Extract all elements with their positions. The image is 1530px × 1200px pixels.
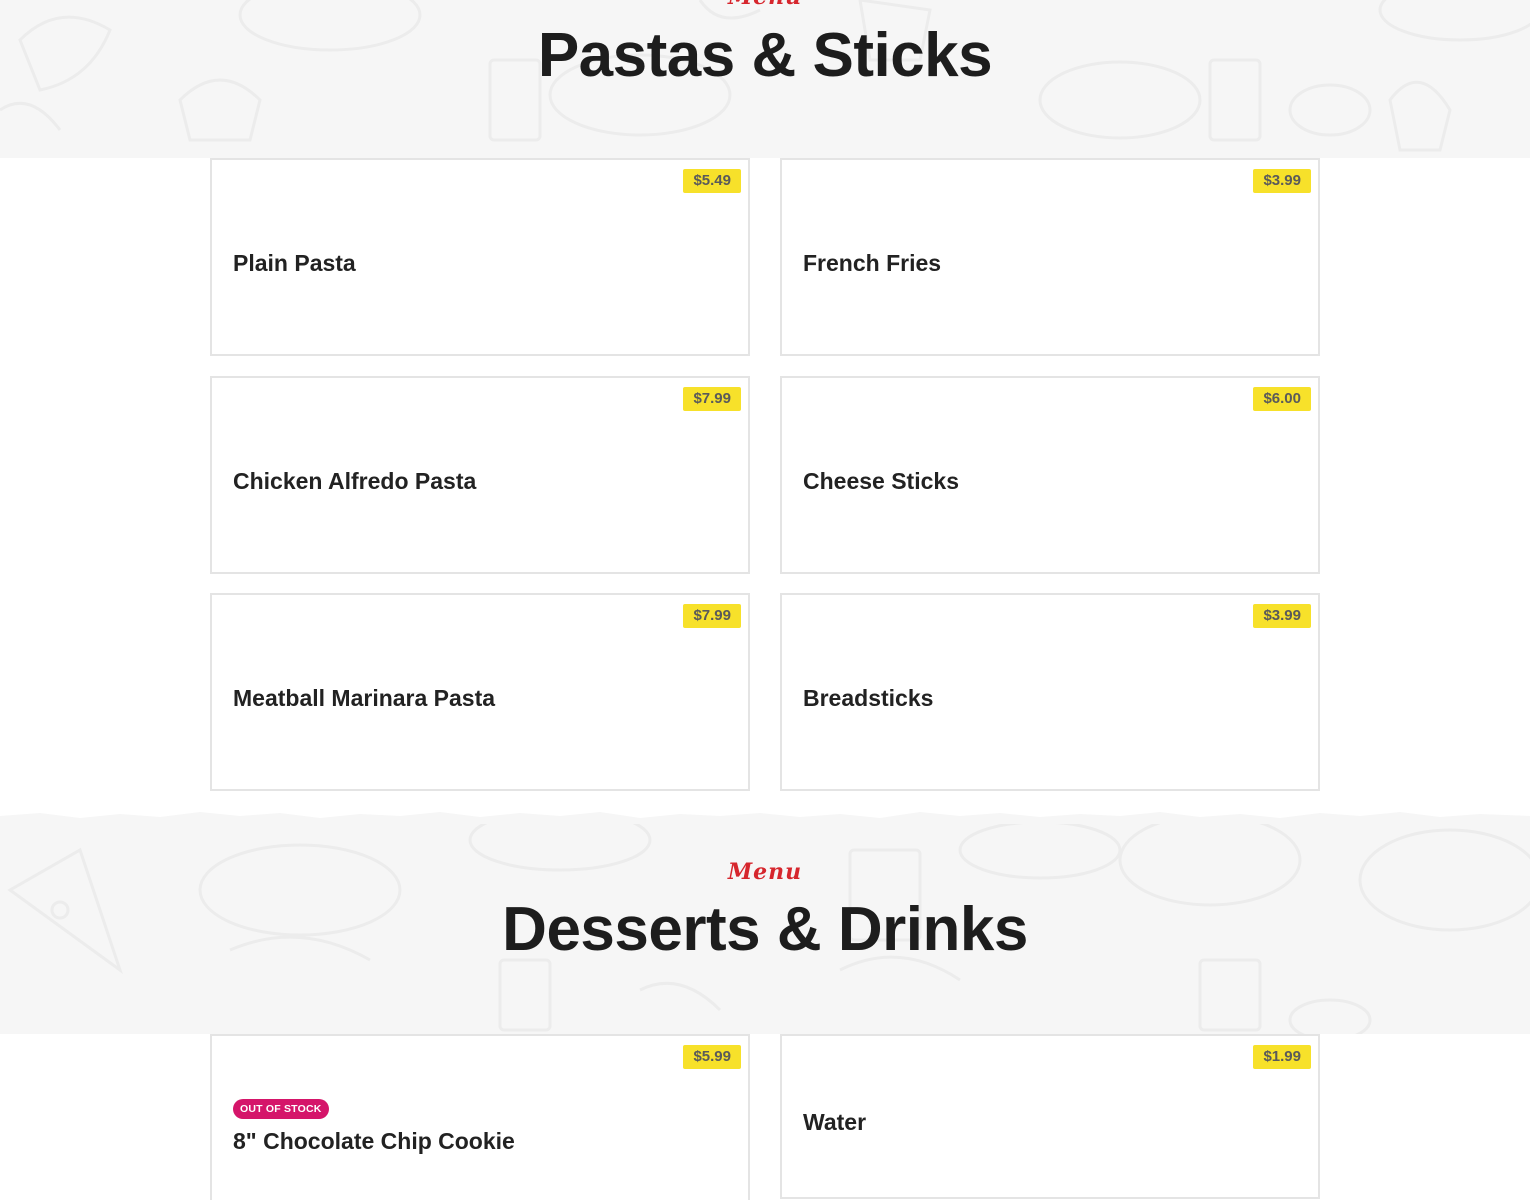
price-tag: $3.99 xyxy=(1253,169,1311,193)
menu-item-card[interactable]: $7.99 Chicken Alfredo Pasta xyxy=(210,376,750,574)
item-name: Chicken Alfredo Pasta xyxy=(233,468,477,494)
price-tag: $3.99 xyxy=(1253,604,1311,628)
price-tag: $1.99 xyxy=(1253,1045,1311,1069)
price-tag: $6.00 xyxy=(1253,387,1311,411)
out-of-stock-badge: OUT OF STOCK xyxy=(233,1099,329,1119)
item-name: 8" Chocolate Chip Cookie xyxy=(233,1128,515,1154)
menu-item-card[interactable]: $5.49 Plain Pasta xyxy=(210,158,750,356)
section-kicker: Menu xyxy=(0,0,1530,10)
menu-item-card[interactable]: $3.99 French Fries xyxy=(780,158,1320,356)
price-tag: $7.99 xyxy=(683,387,741,411)
item-name: Meatball Marinara Pasta xyxy=(233,685,496,711)
item-name: Water xyxy=(803,1109,867,1135)
section-header-desserts: Menu Desserts & Drinks xyxy=(0,820,1530,1034)
item-name: French Fries xyxy=(803,250,942,276)
section-title: Pastas & Sticks xyxy=(537,21,993,90)
menu-item-card[interactable]: $7.99 Meatball Marinara Pasta xyxy=(210,593,750,791)
menu-page: Menu Pastas & Sticks $5.49 Plain Pasta $… xyxy=(0,0,1530,1200)
price-tag: $5.99 xyxy=(683,1045,741,1069)
section-title: Desserts & Drinks xyxy=(502,895,1028,964)
section-header-pastas: Menu Pastas & Sticks xyxy=(0,0,1530,158)
menu-item-card[interactable]: $3.99 Breadsticks xyxy=(780,593,1320,791)
price-tag: $5.49 xyxy=(683,169,741,193)
menu-item-card[interactable]: $1.99 Water xyxy=(780,1034,1320,1199)
item-name: Plain Pasta xyxy=(233,250,356,276)
price-tag: $7.99 xyxy=(683,604,741,628)
section-kicker: Menu xyxy=(727,859,803,885)
menu-item-card[interactable]: $5.99 OUT OF STOCK 8" Chocolate Chip Coo… xyxy=(210,1034,750,1200)
torn-paper-edge xyxy=(0,812,1530,824)
item-name: Cheese Sticks xyxy=(803,468,959,494)
menu-item-card[interactable]: $6.00 Cheese Sticks xyxy=(780,376,1320,574)
item-name: Breadsticks xyxy=(803,685,934,711)
